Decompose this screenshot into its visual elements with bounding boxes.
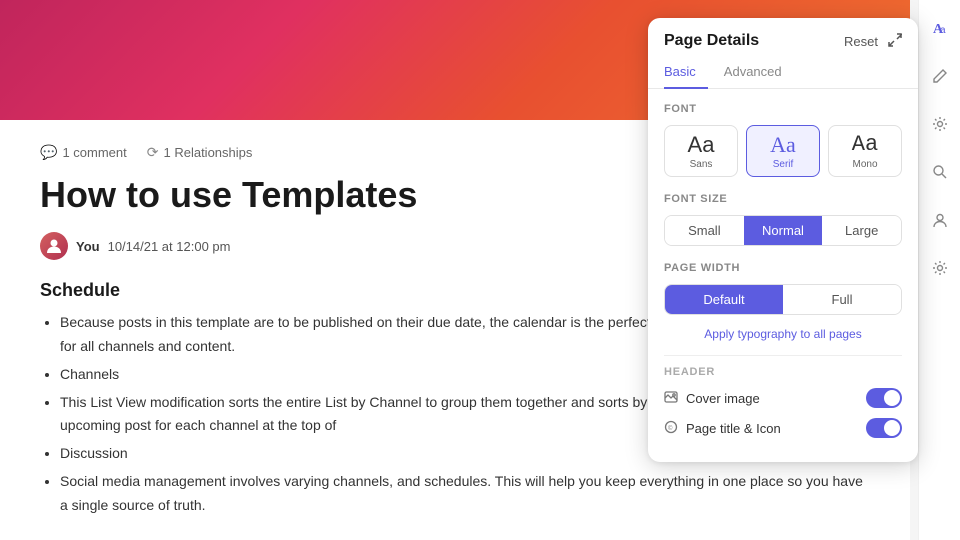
page-title-label-group: © Page title & Icon xyxy=(664,420,781,437)
page-title-label: Page title & Icon xyxy=(686,421,781,436)
size-option-normal[interactable]: Normal xyxy=(744,216,823,245)
cover-image-label-group: Cover image xyxy=(664,390,760,407)
avatar xyxy=(40,232,68,260)
cover-image-label: Cover image xyxy=(686,391,760,406)
icon-bar-edit[interactable] xyxy=(926,62,954,90)
page-title-icon: © xyxy=(664,420,678,437)
section-divider xyxy=(664,355,902,356)
author-date: 10/14/21 at 12:00 pm xyxy=(108,239,231,254)
page-title-row: © Page title & Icon xyxy=(664,418,902,438)
cover-image-toggle[interactable] xyxy=(866,388,902,408)
cover-image-row: Cover image xyxy=(664,388,902,408)
tab-advanced[interactable]: Advanced xyxy=(724,58,794,89)
comment-icon: 💬 xyxy=(40,144,57,161)
font-name-sans: Sans xyxy=(690,159,713,170)
panel-tabs: Basic Advanced xyxy=(648,50,918,89)
list-item: Social media management involves varying… xyxy=(60,470,870,518)
relationship-count: 1 Relationships xyxy=(163,145,252,160)
font-size-section-label: Font Size xyxy=(664,193,902,205)
font-options: Aa Sans Aa Serif Aa Mono xyxy=(664,125,902,177)
apply-typography-link[interactable]: Apply typography to all pages xyxy=(664,327,902,341)
font-name-serif: Serif xyxy=(773,159,794,170)
icon-bar-text[interactable]: A a xyxy=(926,14,954,42)
font-sample-mono: Aa xyxy=(852,134,878,156)
panel-title: Page Details xyxy=(664,32,759,50)
width-option-full[interactable]: Full xyxy=(783,285,901,314)
panel-header-actions: Reset xyxy=(844,33,902,50)
size-option-large[interactable]: Large xyxy=(822,216,901,245)
panel-header: Page Details Reset xyxy=(648,18,918,50)
reset-button[interactable]: Reset xyxy=(844,34,878,49)
font-option-mono[interactable]: Aa Mono xyxy=(828,125,902,177)
header-section-label: Header xyxy=(664,366,902,378)
tab-basic[interactable]: Basic xyxy=(664,58,708,89)
font-sample-serif: Aa xyxy=(770,134,796,156)
size-options: Small Normal Large xyxy=(664,215,902,246)
icon-bar-settings[interactable] xyxy=(926,110,954,138)
font-option-serif[interactable]: Aa Serif xyxy=(746,125,820,177)
relationship-icon: ⟳ xyxy=(147,144,159,161)
relationship-meta[interactable]: ⟳ 1 Relationships xyxy=(147,144,253,161)
icon-bar-user[interactable] xyxy=(926,206,954,234)
page-width-section-label: Page Width xyxy=(664,262,902,274)
font-name-mono: Mono xyxy=(852,159,877,170)
icon-bar: A a xyxy=(918,0,960,540)
font-option-sans[interactable]: Aa Sans xyxy=(664,125,738,177)
svg-text:©: © xyxy=(668,425,673,432)
size-option-small[interactable]: Small xyxy=(665,216,744,245)
comment-meta[interactable]: 💬 1 comment xyxy=(40,144,127,161)
page-details-panel: Page Details Reset Basic Advanced Font A… xyxy=(648,18,918,462)
icon-bar-search[interactable] xyxy=(926,158,954,186)
cover-image-icon xyxy=(664,390,678,407)
width-option-default[interactable]: Default xyxy=(665,285,783,314)
author-name: You xyxy=(76,239,100,254)
font-section-label: Font xyxy=(664,103,902,115)
page-title-toggle[interactable] xyxy=(866,418,902,438)
panel-content: Font Aa Sans Aa Serif Aa Mono Font Size … xyxy=(648,89,918,462)
width-options: Default Full xyxy=(664,284,902,315)
svg-text:a: a xyxy=(940,25,946,36)
font-sample-sans: Aa xyxy=(688,134,715,156)
expand-button[interactable] xyxy=(888,33,902,50)
comment-count: 1 comment xyxy=(62,145,126,160)
icon-bar-gear[interactable] xyxy=(926,254,954,282)
